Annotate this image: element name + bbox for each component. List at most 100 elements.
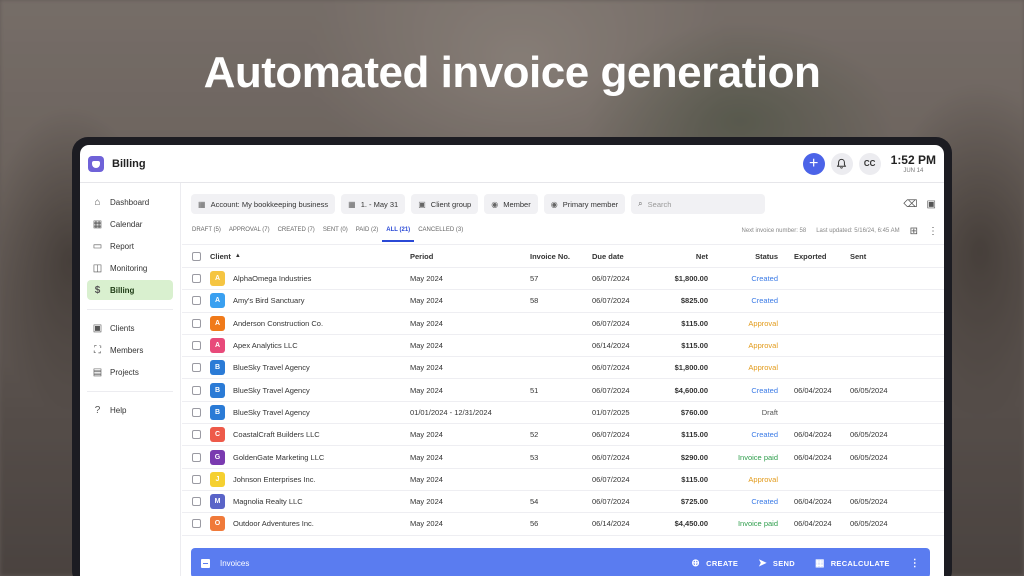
columns-icon[interactable]: ⊞ bbox=[910, 226, 918, 237]
header-status[interactable]: Status bbox=[708, 252, 778, 261]
cell-due-date: 06/07/2024 bbox=[592, 318, 630, 328]
table-row[interactable]: C CoastalCraft Builders LLC May 2024 52 06/0… bbox=[182, 424, 944, 447]
sidebar-item-members[interactable]: ⛶ Members bbox=[87, 340, 173, 360]
table-row[interactable]: A Anderson Construction Co. May 2024 06/07/… bbox=[182, 313, 944, 335]
row-checkbox[interactable] bbox=[182, 385, 210, 395]
member-filter[interactable]: ◉ Member bbox=[484, 194, 538, 214]
sidebar-item-monitoring[interactable]: ◫ Monitoring bbox=[87, 258, 173, 278]
cell-period: May 2024 bbox=[410, 519, 443, 529]
search-input[interactable]: ⌕ Search bbox=[631, 194, 766, 214]
table-row[interactable]: J Johnson Enterprises Inc. May 2024 06/07/2… bbox=[182, 469, 944, 491]
header-period[interactable]: Period bbox=[410, 252, 530, 261]
help-icon: ? bbox=[94, 404, 101, 416]
cell-due-date: 06/07/2024 bbox=[592, 385, 630, 395]
cell-net: $4,450.00 bbox=[674, 519, 708, 529]
primary-member-filter[interactable]: ◉ Primary member bbox=[543, 194, 626, 214]
checkbox-box bbox=[191, 519, 201, 529]
create-label: CREATE bbox=[706, 558, 739, 568]
cell-sent: 06/05/2024 bbox=[850, 385, 888, 395]
clear-filters-icon[interactable]: ⌫ bbox=[903, 199, 917, 210]
row-checkbox[interactable] bbox=[182, 341, 210, 351]
header-sent[interactable]: Sent bbox=[844, 252, 904, 261]
checkbox-box bbox=[191, 341, 201, 351]
select-all-checkbox[interactable] bbox=[182, 251, 210, 261]
header-net[interactable]: Net bbox=[654, 252, 708, 261]
status-badge: Created bbox=[751, 430, 778, 440]
recalculate-button[interactable]: ▦ RECALCULATE bbox=[815, 558, 890, 569]
cell-net: $115.00 bbox=[681, 318, 708, 328]
date-filter-label: 1. - May 31 bbox=[360, 199, 399, 209]
more-vert-icon[interactable]: ⋮ bbox=[928, 226, 938, 237]
sidebar-item-projects[interactable]: ▤ Projects bbox=[87, 362, 173, 382]
send-label: SEND bbox=[772, 558, 795, 568]
create-button[interactable]: ⊕ CREATE bbox=[691, 558, 738, 569]
tab-all[interactable]: ALL (21) bbox=[382, 220, 415, 242]
collapse-icon[interactable] bbox=[201, 558, 210, 568]
header-client[interactable]: Client ▲ bbox=[210, 252, 410, 261]
account-filter[interactable]: ▦ Account: My bookkeeping business bbox=[191, 194, 336, 214]
row-checkbox[interactable] bbox=[182, 318, 210, 328]
header-exported[interactable]: Exported bbox=[778, 252, 844, 261]
more-actions-icon[interactable]: ⋮ bbox=[910, 558, 920, 569]
row-checkbox[interactable] bbox=[182, 430, 210, 440]
calendar-icon: ▦ bbox=[348, 199, 356, 209]
save-icon[interactable]: ▣ bbox=[927, 199, 936, 210]
table-row[interactable]: A AlphaOmega Industries May 2024 57 06/07/20… bbox=[182, 268, 944, 291]
table-row[interactable]: B BlueSky Travel Agency 01/01/2024 - 12/31… bbox=[182, 402, 944, 425]
tabs-meta: Next invoice number: 58 Last updated: 5/… bbox=[742, 226, 939, 237]
sidebar-item-label: Calendar bbox=[110, 219, 143, 229]
billing-app: Billing + CC 1:52 PM JUN 14 ⌂ Dashboard ▦ C… bbox=[80, 145, 944, 576]
tab-approval[interactable]: APPROVAL (7) bbox=[225, 220, 274, 242]
cell-period: May 2024 bbox=[410, 385, 443, 395]
row-checkbox[interactable] bbox=[182, 296, 210, 306]
primary-member-label: Primary member bbox=[562, 199, 619, 209]
sidebar-item-dashboard[interactable]: ⌂ Dashboard bbox=[87, 192, 173, 212]
client-avatar: C bbox=[210, 427, 225, 443]
send-icon: ➤ bbox=[758, 557, 767, 569]
row-checkbox[interactable] bbox=[182, 363, 210, 373]
cell-period: May 2024 bbox=[410, 296, 443, 306]
cell-due-date: 06/07/2024 bbox=[592, 474, 630, 484]
sidebar-item-help[interactable]: ? Help bbox=[87, 400, 173, 420]
tab-created[interactable]: CREATED (7) bbox=[274, 220, 319, 242]
date-filter[interactable]: ▦ 1. - May 31 bbox=[341, 194, 406, 214]
sidebar-divider bbox=[87, 302, 173, 310]
checkbox-box bbox=[191, 407, 201, 417]
row-checkbox[interactable] bbox=[182, 519, 210, 529]
sidebar-item-calendar[interactable]: ▦ Calendar bbox=[87, 214, 173, 234]
row-checkbox[interactable] bbox=[182, 497, 210, 507]
user-avatar[interactable]: CC bbox=[858, 152, 881, 175]
sidebar-item-label: Help bbox=[110, 405, 127, 415]
header-due-date[interactable]: Due date bbox=[592, 252, 654, 261]
row-checkbox[interactable] bbox=[182, 407, 210, 417]
tab-sent[interactable]: SENT (0) bbox=[319, 220, 352, 242]
cell-net: $4,600.00 bbox=[674, 385, 708, 395]
row-checkbox[interactable] bbox=[182, 474, 210, 484]
client-group-filter[interactable]: ▣ Client group bbox=[411, 194, 479, 214]
table-row[interactable]: B BlueSky Travel Agency May 2024 51 06/07/20… bbox=[182, 379, 944, 402]
table-row[interactable]: G GoldenGate Marketing LLC May 2024 53 06/07… bbox=[182, 446, 944, 469]
cell-due-date: 06/07/2024 bbox=[592, 452, 630, 462]
table-row[interactable]: A Apex Analytics LLC May 2024 06/14/2024 $11… bbox=[182, 335, 944, 358]
sidebar-item-report[interactable]: ▭ Report bbox=[87, 236, 173, 256]
row-checkbox[interactable] bbox=[182, 274, 210, 284]
sidebar-item-billing[interactable]: $ Billing bbox=[87, 280, 173, 300]
tab-draft[interactable]: DRAFT (5) bbox=[188, 220, 225, 242]
row-checkbox[interactable] bbox=[182, 452, 210, 462]
cell-client: G GoldenGate Marketing LLC bbox=[210, 449, 410, 465]
cell-client: B BlueSky Travel Agency bbox=[210, 404, 410, 420]
report-icon: ▭ bbox=[92, 240, 103, 252]
cell-net: $290.00 bbox=[680, 452, 708, 462]
table-row[interactable]: A Amy's Bird Sanctuary May 2024 58 06/07/202… bbox=[182, 290, 944, 313]
client-group-label: Client group bbox=[430, 199, 472, 209]
add-button[interactable]: + bbox=[802, 152, 825, 175]
table-row[interactable]: M Magnolia Realty LLC May 2024 54 06/07/2024… bbox=[182, 491, 944, 514]
table-row[interactable]: B BlueSky Travel Agency May 2024 06/07/2024… bbox=[182, 357, 944, 380]
sidebar-item-clients[interactable]: ▣ Clients bbox=[87, 318, 173, 338]
send-button[interactable]: ➤ SEND bbox=[758, 558, 795, 569]
bell-icon[interactable] bbox=[830, 152, 853, 175]
tab-paid[interactable]: PAID (2) bbox=[352, 220, 383, 242]
table-row[interactable]: O Outdoor Adventures Inc. May 2024 56 06/14/… bbox=[182, 513, 944, 536]
tab-cancelled[interactable]: CANCELLED (3) bbox=[414, 220, 467, 242]
header-invoice-no[interactable]: Invoice No. bbox=[530, 252, 592, 261]
